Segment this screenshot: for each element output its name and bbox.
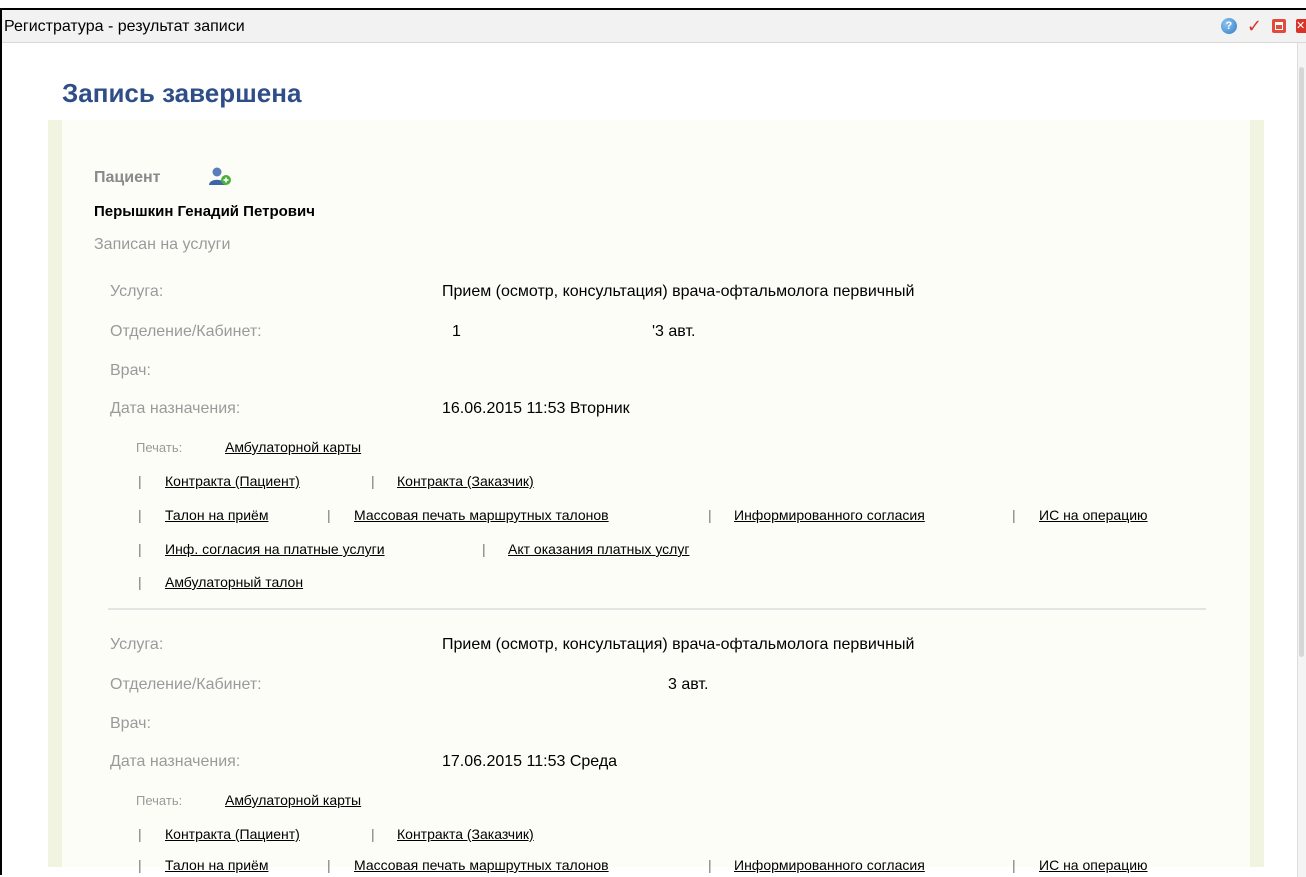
print-informed-consent-link[interactable]: Информированного согласия — [734, 857, 925, 873]
print-outpatient-card-link[interactable]: Амбулаторной карты — [225, 439, 361, 455]
print-label: Печать: — [136, 793, 183, 808]
separator: | — [371, 826, 375, 842]
print-paid-services-consent-link[interactable]: Инф. согласия на платные услуги — [165, 541, 385, 557]
service-label: Услуга: — [110, 283, 164, 300]
service-value: Прием (осмотр, консультация) врача-офтал… — [442, 283, 915, 300]
separator: | — [1012, 507, 1016, 523]
print-surgery-consent-link[interactable]: ИС на операцию — [1039, 507, 1148, 523]
print-ticket-link[interactable]: Талон на приём — [165, 857, 268, 873]
print-contract-patient-link[interactable]: Контракта (Пациент) — [165, 473, 300, 489]
separator: | — [1012, 857, 1016, 873]
department-label: Отделение/Кабинет: — [110, 323, 262, 340]
separator: | — [138, 473, 142, 489]
title-bar: Регистратура - результат записи ? ✓ ✕ — [2, 10, 1306, 43]
title-bar-controls: ? ✓ ✕ — [1220, 16, 1306, 36]
print-contract-customer-link[interactable]: Контракта (Заказчик) — [397, 473, 534, 489]
date-value: 17.06.2015 11:53 Среда — [442, 753, 618, 770]
check-icon[interactable]: ✓ — [1247, 17, 1262, 35]
print-surgery-consent-link[interactable]: ИС на операцию — [1039, 857, 1148, 873]
separator: | — [327, 857, 331, 873]
print-informed-consent-link[interactable]: Информированного согласия — [734, 507, 925, 523]
separator: | — [138, 541, 142, 557]
department-label: Отделение/Кабинет: — [110, 676, 262, 693]
appointment-divider — [108, 608, 1206, 610]
doctor-label: Врач: — [110, 362, 151, 379]
separator: | — [482, 541, 486, 557]
print-paid-services-act-link[interactable]: Акт оказания платных услуг — [508, 541, 689, 557]
close-icon[interactable]: ✕ — [1296, 19, 1306, 33]
patient-name: Перышкин Генадий Петрович — [94, 203, 315, 220]
add-patient-icon[interactable] — [208, 166, 232, 186]
print-outpatient-card-link[interactable]: Амбулаторной карты — [225, 792, 361, 808]
date-label: Дата назначения: — [110, 400, 241, 417]
separator: | — [708, 507, 712, 523]
page-title: Запись завершена — [62, 78, 302, 108]
print-outpatient-ticket-link[interactable]: Амбулаторный талон — [165, 574, 303, 590]
service-label: Услуга: — [110, 636, 164, 653]
vertical-scrollbar[interactable] — [1297, 43, 1306, 877]
date-label: Дата назначения: — [110, 753, 241, 770]
help-icon[interactable]: ? — [1220, 18, 1237, 34]
print-mass-route-tickets-link[interactable]: Массовая печать маршрутных талонов — [354, 507, 609, 523]
window-title: Регистратура - результат записи — [4, 18, 245, 35]
separator: | — [371, 473, 375, 489]
doctor-label: Врач: — [110, 715, 151, 732]
print-mass-route-tickets-link[interactable]: Массовая печать маршрутных талонов — [354, 857, 609, 873]
date-value: 16.06.2015 11:53 Вторник — [442, 400, 630, 417]
separator: | — [138, 826, 142, 842]
print-ticket-link[interactable]: Талон на приём — [165, 507, 268, 523]
separator: | — [708, 857, 712, 873]
scrollbar-thumb[interactable] — [1299, 67, 1304, 657]
separator: | — [327, 507, 331, 523]
print-contract-patient-link[interactable]: Контракта (Пациент) — [165, 826, 300, 842]
department-value: '3 авт. — [652, 323, 696, 340]
separator: | — [138, 507, 142, 523]
separator: | — [138, 574, 142, 590]
print-label: Печать: — [136, 440, 183, 455]
minimize-icon[interactable] — [1272, 19, 1286, 33]
service-value: Прием (осмотр, консультация) врача-офтал… — [442, 636, 915, 653]
department-value: 3 авт. — [668, 676, 709, 693]
patient-label: Пациент — [94, 169, 161, 186]
separator: | — [138, 857, 142, 873]
department-value-part: 1 — [452, 323, 461, 340]
enrolled-label: Записан на услуги — [94, 236, 231, 253]
print-contract-customer-link[interactable]: Контракта (Заказчик) — [397, 826, 534, 842]
